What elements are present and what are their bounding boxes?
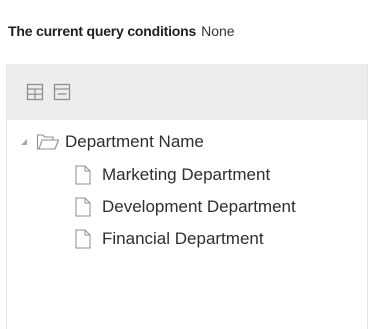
expand-all-button[interactable] xyxy=(26,83,44,101)
expand-toggle-icon[interactable] xyxy=(20,138,28,146)
tree-node-department-name[interactable]: Department Name xyxy=(20,130,204,154)
tree-leaf-label: Financial Department xyxy=(102,229,264,248)
tree-leaf-financial[interactable]: Financial Department xyxy=(75,226,264,252)
tree-leaf-marketing[interactable]: Marketing Department xyxy=(75,162,270,188)
query-conditions-bar: The current query conditions None xyxy=(0,0,374,62)
file-icon xyxy=(75,165,91,185)
tree-node-label: Department Name xyxy=(65,132,204,151)
tree-toolbar xyxy=(7,64,367,120)
collapse-all-button[interactable] xyxy=(53,83,71,101)
tree-leaf-development[interactable]: Development Department xyxy=(75,194,296,220)
department-tree-panel: Department Name Marketing Department Dev… xyxy=(6,64,368,329)
expand-all-icon xyxy=(26,83,44,101)
folder-open-icon xyxy=(36,133,60,151)
query-conditions-label: The current query conditions xyxy=(8,23,197,39)
query-conditions-value: None xyxy=(201,23,235,39)
tree-leaf-label: Development Department xyxy=(102,197,296,216)
tree-leaf-label: Marketing Department xyxy=(102,165,271,184)
file-icon xyxy=(75,229,91,249)
collapse-all-icon xyxy=(53,83,71,101)
file-icon xyxy=(75,197,91,217)
